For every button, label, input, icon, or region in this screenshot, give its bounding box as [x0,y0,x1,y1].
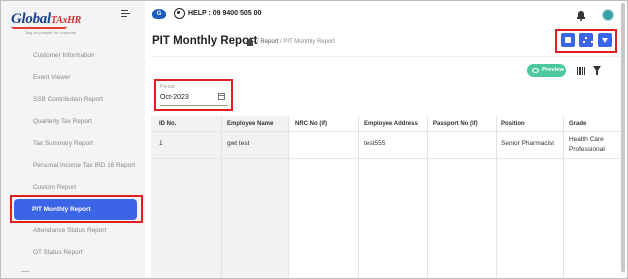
sidebar-highlight-box [10,195,143,223]
app-logo[interactable]: GlobalTAxHR Tag all people for success [11,9,101,39]
more-icon [21,271,29,275]
logo-tagline: Tag all people for success [25,30,77,35]
table-header-row: ID No. Employee Name NRC No (if) Employe… [151,116,620,131]
table-row[interactable]: 1 gwt test test555 Senior Pharmacist Hea… [151,131,620,158]
column-header-position[interactable]: Position [501,121,525,127]
print-button[interactable] [561,33,575,47]
breadcrumb: / Report / PIT Monthly Report [257,39,335,45]
top-bar: G HELP : 09 9400 505 00 [145,1,627,29]
sidebar-item-custom-report[interactable]: Custom Report [33,184,76,191]
sidebar-item-ot-status-report[interactable]: OT Status Report [33,249,83,256]
cell-employee-address: test555 [364,140,386,147]
column-header-passport[interactable]: Passport No (if) [433,121,478,127]
breadcrumb-current: PIT Monthly Report [283,39,335,45]
breadcrumb-separator: / [280,39,282,45]
cell-position: Senior Pharmacist [501,140,555,147]
preview-button[interactable]: Preview [527,64,566,77]
cell-employee-name: gwt test [227,140,250,147]
home-icon[interactable] [246,38,254,46]
preview-label: Preview [542,67,564,73]
print-icon [565,37,571,43]
breadcrumb-report-link[interactable]: Report [260,39,278,45]
scrollbar-thumb[interactable] [621,3,625,272]
page-title: PIT Monthly Report [152,35,258,47]
filter-button[interactable] [598,33,612,47]
column-header-nrc[interactable]: NRC No (if) [295,121,327,127]
period-label: Period [160,84,175,90]
bell-icon[interactable] [577,11,585,21]
column-header-employee-address[interactable]: Employee Address [364,121,418,127]
cell-id: 1 [159,140,163,147]
sidebar: GlobalTAxHR Tag all people for success C… [1,1,145,278]
help-phone-text: HELP : 09 9400 505 00 [188,10,262,17]
hamburger-menu-icon[interactable] [121,10,130,18]
columns-icon[interactable] [577,67,586,75]
sidebar-item-attendance-status-report[interactable]: Attendance Status Report [33,227,106,234]
sidebar-item-customer-information[interactable]: Customer Information [33,52,94,59]
sitemap-icon [583,37,593,43]
sidebar-item-tax-summary-report[interactable]: Tax Summary Report [33,140,93,147]
hierarchy-button[interactable] [579,33,593,47]
company-logo-icon[interactable]: G [152,9,166,19]
user-avatar[interactable] [602,9,614,21]
eye-icon [532,68,539,73]
cell-grade: Health Care Professional [569,136,605,153]
logo-swoosh [11,26,67,29]
sidebar-item-ssb-contribution-report[interactable]: SSB Contribution Report [33,96,103,103]
table-filter-icon[interactable] [593,66,601,75]
phone-icon [174,8,185,19]
column-header-id[interactable]: ID No. [159,121,176,127]
filter-icon [602,38,608,43]
sidebar-item-quarterly-tax-report[interactable]: Quarterly Tax Report [33,118,92,125]
column-header-employee-name[interactable]: Employee Name [227,121,273,127]
sidebar-item-pit-ird16-report[interactable]: Personal Income Tax IRD 16 Report [33,162,135,169]
period-underline [160,105,228,106]
logo-brand-tag: TAxHR [50,15,82,26]
column-header-grade[interactable]: Grade [569,121,586,127]
sidebar-item-event-viewer[interactable]: Event Viewer [33,74,71,81]
calendar-icon[interactable] [218,93,225,100]
logo-brand-main: Global [11,11,51,27]
breadcrumb-separator: / [257,39,259,45]
